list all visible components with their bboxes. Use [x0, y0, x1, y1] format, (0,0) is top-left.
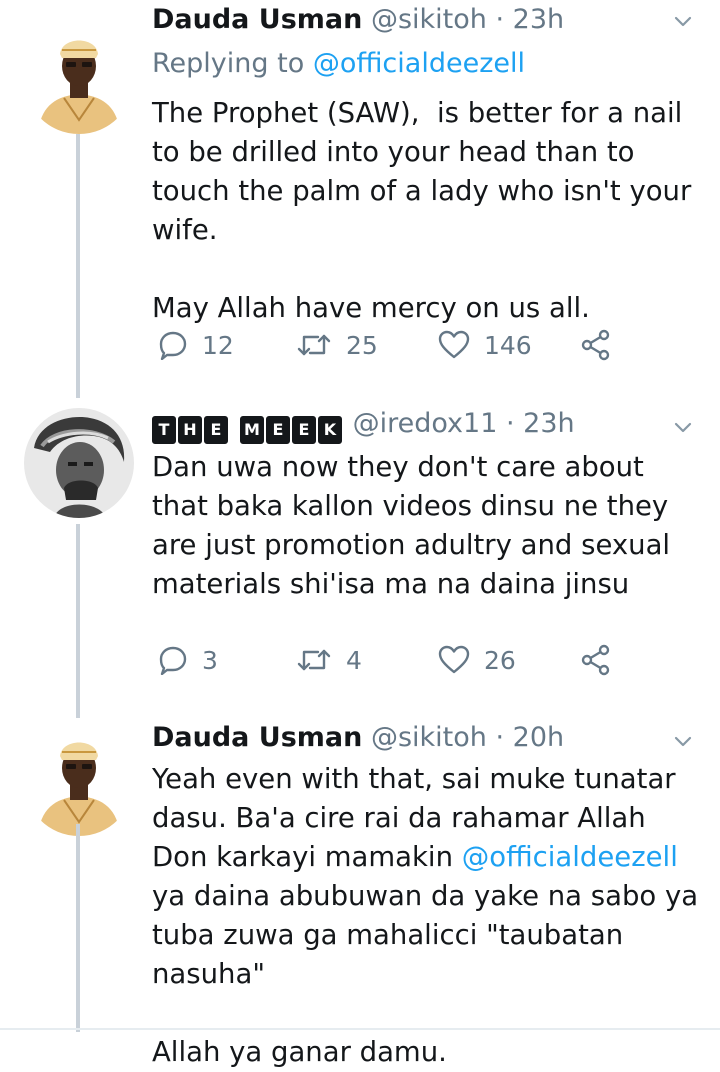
share-icon [581, 644, 610, 676]
thread-line [76, 118, 80, 398]
avatar-the-meek[interactable] [24, 408, 134, 518]
display-name-badges[interactable]: T H E M E E K [152, 416, 344, 444]
tweet-actions: 12 25 146 [152, 325, 672, 365]
display-name[interactable]: Dauda Usman [152, 722, 362, 753]
retweet-count: 25 [346, 330, 378, 360]
tweet-header: T H E M E E K @iredox11 · 23h [152, 406, 575, 444]
tweet-text: Dan uwa now they don't care about that b… [152, 451, 679, 600]
replying-to: Replying to @officialdeezell [152, 46, 525, 82]
like-count: 26 [484, 645, 516, 675]
name-letter: M [240, 416, 264, 444]
chevron-down-icon[interactable] [672, 730, 694, 752]
user-handle[interactable]: @sikitoh [371, 722, 487, 753]
chevron-down-icon[interactable] [672, 416, 694, 438]
retweet-button[interactable]: 25 [296, 325, 378, 365]
tweet-text: Yeah even with that, sai muke tunatar da… [152, 760, 700, 1072]
share-button[interactable] [580, 640, 612, 680]
user-handle[interactable]: @sikitoh [371, 4, 487, 35]
timestamp[interactable]: 20h [513, 722, 564, 753]
tweet-3[interactable]: Dauda Usman @sikitoh · 20h Yeah even wit… [0, 718, 720, 1068]
name-letter: E [204, 416, 228, 444]
timestamp[interactable]: 23h [523, 408, 574, 439]
reply-button[interactable]: 3 [158, 640, 218, 680]
display-name[interactable]: Dauda Usman [152, 4, 362, 35]
like-count: 146 [484, 330, 532, 360]
avatar-dauda-usman[interactable] [24, 726, 134, 836]
name-letter: E [266, 416, 290, 444]
tweet-text: The Prophet (SAW), is better for a nail … [152, 97, 692, 324]
like-button[interactable]: 146 [438, 325, 532, 365]
separator-dot: · [497, 408, 524, 439]
reply-button[interactable]: 12 [158, 325, 234, 365]
separator-dot: · [486, 4, 513, 35]
heart-icon [438, 645, 470, 674]
chevron-down-icon[interactable] [672, 10, 694, 32]
heart-icon [438, 330, 470, 359]
share-button[interactable] [580, 325, 612, 365]
like-button[interactable]: 26 [438, 640, 516, 680]
retweet-count: 4 [346, 645, 362, 675]
tweet-text-part: ya daina abubuwan da yake na sabo ya tub… [152, 880, 699, 1068]
divider [0, 1028, 720, 1030]
avatar-dauda-usman[interactable] [24, 24, 134, 134]
replying-to-mention[interactable]: @officialdeezell [313, 48, 525, 79]
tweet-actions: 3 4 26 [152, 640, 672, 680]
name-letter: E [292, 416, 316, 444]
reply-bubble-icon [159, 331, 187, 360]
reply-count: 12 [202, 330, 234, 360]
replying-to-label: Replying to [152, 48, 313, 79]
retweet-icon [297, 649, 331, 671]
separator-dot: · [486, 722, 513, 753]
name-letter: H [178, 416, 202, 444]
tweet-header: Dauda Usman @sikitoh · 23h [152, 2, 564, 38]
tweet-1[interactable]: Dauda Usman @sikitoh · 23h Replying to @… [0, 0, 720, 398]
name-letter: T [152, 416, 176, 444]
tweet-header: Dauda Usman @sikitoh · 20h [152, 720, 564, 756]
reply-bubble-icon [159, 646, 187, 675]
reply-count: 3 [202, 645, 218, 675]
retweet-icon [297, 334, 331, 356]
thread-line [76, 524, 80, 718]
thread-line [76, 824, 80, 1032]
tweet-2[interactable]: T H E M E E K @iredox11 · 23h Dan uwa no… [0, 400, 720, 718]
user-handle[interactable]: @iredox11 [353, 408, 498, 439]
mention-link[interactable]: @officialdeezell [462, 841, 678, 873]
share-icon [581, 329, 610, 361]
retweet-button[interactable]: 4 [296, 640, 362, 680]
name-letter: K [318, 416, 342, 444]
timestamp[interactable]: 23h [513, 4, 564, 35]
